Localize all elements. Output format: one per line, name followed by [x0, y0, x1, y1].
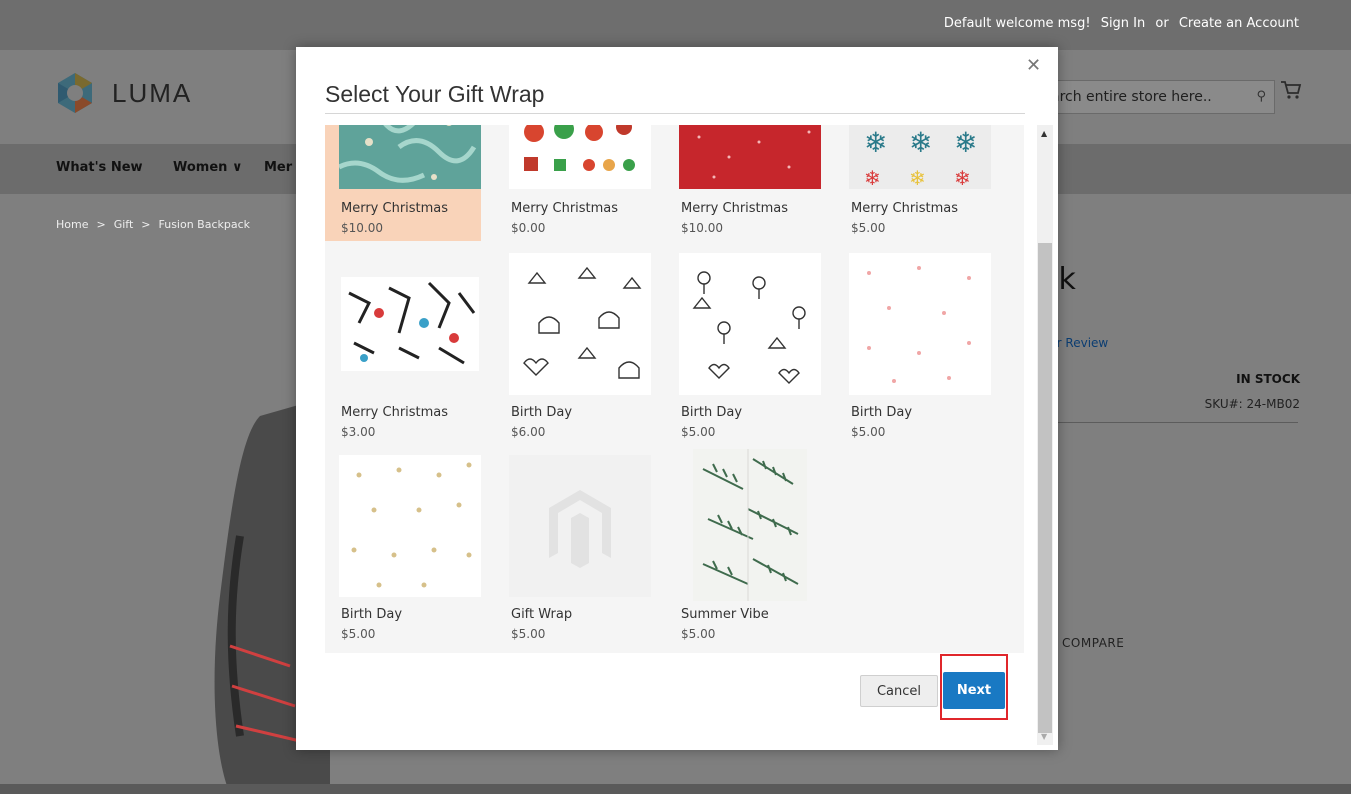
gift-wrap-name: Merry Christmas [851, 201, 959, 216]
gift-wrap-name: Birth Day [341, 607, 403, 622]
or-text: or [1155, 16, 1169, 31]
gift-wrap-item[interactable]: Merry Christmas $10.00 [325, 125, 481, 241]
gift-wrap-item[interactable]: Merry Christmas $10.00 [665, 125, 821, 241]
gift-wrap-thumbnail [509, 455, 651, 597]
cart-svg [1281, 81, 1302, 99]
gift-wrap-price: $5.00 [681, 627, 716, 641]
next-button[interactable]: Next [943, 672, 1005, 709]
gift-wrap-item[interactable]: Summer Vibe $5.00 [665, 449, 821, 645]
gift-wrap-price: $0.00 [511, 221, 546, 235]
logo-text: LUMA [112, 77, 193, 108]
gift-wrap-price: $5.00 [511, 627, 546, 641]
cancel-button[interactable]: Cancel [860, 675, 938, 707]
svg-text:❄: ❄ [864, 126, 887, 159]
gift-wrap-price: $10.00 [681, 221, 723, 235]
search-input[interactable]: arch entire store here.. ⚲ [1040, 80, 1275, 114]
gift-wrap-item[interactable]: Birth Day $5.00 [665, 253, 821, 443]
gift-wrap-modal: Select Your Gift Wrap ✕ Merry Christmas … [296, 47, 1058, 750]
gift-wrap-name: Birth Day [681, 405, 743, 420]
stock-status: IN STOCK [1236, 372, 1300, 386]
divider [1036, 422, 1298, 423]
gift-wrap-name: Gift Wrap [511, 607, 573, 622]
svg-text:❄: ❄ [954, 126, 977, 159]
breadcrumb: Home > Gift > Fusion Backpack [56, 218, 250, 231]
gift-wrap-price: $5.00 [851, 425, 886, 439]
search-icon[interactable]: ⚲ [1256, 89, 1266, 104]
add-to-compare-link[interactable]: D COMPARE [1048, 636, 1124, 650]
scroll-thumb[interactable] [1038, 243, 1052, 733]
luma-logo[interactable]: LUMA [52, 70, 192, 116]
gift-wrap-price: $10.00 [341, 221, 383, 235]
svg-text:❄: ❄ [909, 126, 932, 159]
nav-item-whats-new[interactable]: What's New [56, 160, 143, 175]
gift-wrap-price: $5.00 [341, 627, 376, 641]
gift-wrap-thumbnail [339, 455, 481, 597]
gift-wrap-thumbnail [693, 449, 807, 601]
gift-wrap-item[interactable]: Merry Christmas $3.00 [325, 253, 481, 443]
sign-in-link[interactable]: Sign In [1101, 16, 1146, 31]
scroll-up-icon[interactable]: ▲ [1041, 129, 1047, 138]
cart-icon[interactable] [1280, 80, 1302, 105]
gift-wrap-name: Summer Vibe [681, 607, 769, 622]
gift-wrap-thumbnail [849, 253, 991, 395]
luma-logo-icon [58, 73, 92, 113]
svg-text:❄: ❄ [954, 166, 971, 189]
breadcrumb-gift[interactable]: Gift [114, 218, 134, 231]
header-links: Default welcome msg! Sign In or Create a… [938, 16, 1299, 31]
gift-wrap-item[interactable]: Merry Christmas $0.00 [495, 125, 651, 241]
gift-wrap-name: Merry Christmas [511, 201, 619, 216]
create-account-link[interactable]: Create an Account [1179, 16, 1299, 31]
breadcrumb-current: Fusion Backpack [158, 218, 251, 231]
gift-wrap-name: Merry Christmas [341, 201, 449, 216]
gift-wrap-item[interactable]: Birth Day $5.00 [835, 253, 991, 443]
gift-wrap-name: Birth Day [851, 405, 913, 420]
gift-wrap-item[interactable]: Birth Day $6.00 [495, 253, 651, 443]
svg-text:❄: ❄ [864, 166, 881, 189]
title-divider [325, 113, 1025, 114]
gift-wrap-thumbnail: ❄ ❄ ❄ ❄ ❄ ❄ [849, 125, 991, 189]
breadcrumb-separator: > [141, 218, 151, 231]
gift-wrap-price: $6.00 [511, 425, 546, 439]
gift-wrap-thumbnail [679, 125, 821, 189]
nav-item-men[interactable]: Mer [264, 160, 292, 175]
gift-wrap-thumbnail [339, 125, 481, 189]
top-bar: Default welcome msg! Sign In or Create a… [0, 0, 1351, 50]
search-placeholder: arch entire store here.. [1051, 89, 1212, 105]
scroll-down-icon[interactable]: ▼ [1041, 732, 1047, 741]
gift-wrap-thumbnail [339, 253, 481, 395]
gift-wrap-item[interactable]: Birth Day $5.00 [325, 455, 481, 645]
gift-wrap-price: $5.00 [681, 425, 716, 439]
gift-wrap-price: $3.00 [341, 425, 376, 439]
gift-wrap-item[interactable]: ❄ ❄ ❄ ❄ ❄ ❄ Merry Christmas $5.00 [835, 125, 991, 241]
gift-wrap-thumbnail [679, 253, 821, 395]
close-icon[interactable]: ✕ [1026, 55, 1041, 76]
gift-wrap-thumbnail [509, 253, 651, 395]
gift-wrap-thumbnail [509, 125, 651, 189]
gift-wrap-price: $5.00 [851, 221, 886, 235]
svg-text:❄: ❄ [909, 166, 926, 189]
gift-wrap-name: Birth Day [511, 405, 573, 420]
breadcrumb-home[interactable]: Home [56, 218, 88, 231]
gift-wrap-grid: Merry Christmas $10.00 Merry Christmas $… [325, 125, 1024, 653]
gift-wrap-item[interactable]: Gift Wrap $5.00 [495, 455, 651, 645]
modal-title: Select Your Gift Wrap [325, 81, 545, 107]
nav-item-women[interactable]: Women ∨ [173, 160, 243, 175]
welcome-message: Default welcome msg! [943, 16, 1091, 31]
gift-wrap-name: Merry Christmas [681, 201, 789, 216]
breadcrumb-separator: > [96, 218, 106, 231]
taskbar-strip [0, 784, 1351, 794]
gift-wrap-name: Merry Christmas [341, 405, 449, 420]
modal-scrollbar[interactable]: ▲ ▼ [1037, 125, 1053, 745]
product-sku: SKU#: 24-MB02 [1204, 397, 1300, 411]
